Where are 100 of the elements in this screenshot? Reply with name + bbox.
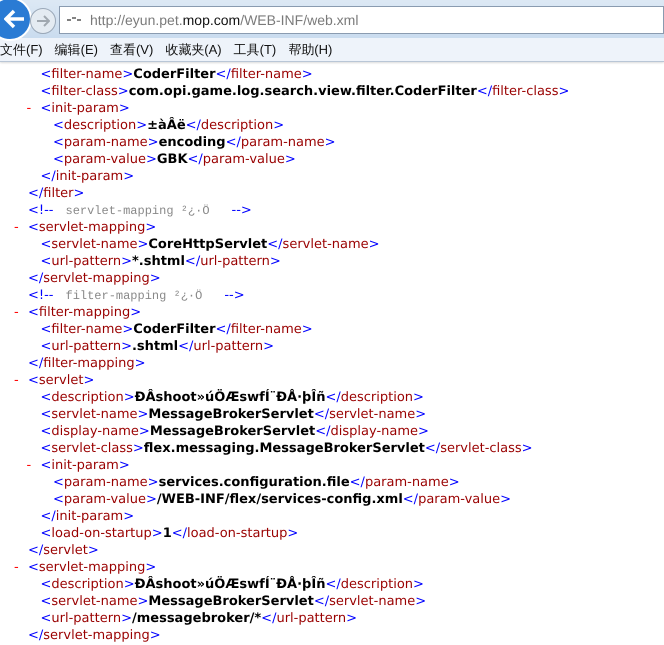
- tag-bracket: >: [263, 338, 274, 356]
- tag-bracket: </: [261, 610, 276, 628]
- collapse-toggle[interactable]: -: [14, 302, 19, 322]
- tag-name: servlet-name: [51, 406, 138, 424]
- menu-item[interactable]: 查看(V): [110, 40, 154, 60]
- collapse-toggle[interactable]: -: [26, 98, 32, 118]
- tag-bracket: <: [53, 474, 64, 492]
- tag-name: filter-name: [230, 320, 302, 339]
- collapse-toggle[interactable]: -: [14, 218, 19, 238]
- tag-bracket: </: [424, 440, 440, 458]
- tag-bracket: <: [28, 218, 39, 237]
- tag-bracket: >: [124, 576, 135, 594]
- address-bar[interactable]: http://eyun.pet.mop.com/WEB-INF/web.xml: [59, 6, 664, 34]
- tag-bracket: <: [53, 150, 64, 169]
- element-value: *.shtml: [132, 252, 185, 271]
- menu-item[interactable]: 工具(T): [234, 40, 276, 60]
- collapse-toggle[interactable]: -: [26, 456, 32, 476]
- comment-text: servlet-mapping ²¿·Ö: [66, 202, 210, 220]
- element-value: 1: [162, 524, 172, 543]
- element-value: ±àÂë: [147, 116, 186, 135]
- tag-name: filter-mapping: [43, 354, 135, 373]
- tag-name: servlet-name: [282, 236, 369, 254]
- comment-start: <!--: [28, 202, 54, 220]
- collapse-toggle[interactable]: -: [14, 370, 19, 390]
- element-value: encoding: [158, 134, 226, 152]
- tag-name: init-param: [56, 508, 124, 526]
- element-value: MessageBrokerServlet: [148, 406, 314, 424]
- tag-bracket: >: [415, 592, 426, 611]
- element-value: flex.messaging.MessageBrokerServlet: [144, 440, 425, 458]
- element-value: /messagebroker/*: [132, 610, 262, 628]
- tag-bracket: </: [325, 576, 341, 594]
- tag-bracket: <: [28, 304, 39, 322]
- tag-bracket: </: [402, 490, 418, 509]
- tag-bracket: >: [302, 320, 313, 339]
- tag-bracket: >: [124, 390, 135, 407]
- tag-name: param-name: [240, 134, 325, 152]
- tag-name: param-value: [64, 150, 146, 169]
- element-value: .shtml: [132, 338, 178, 356]
- tag-name: filter: [43, 184, 74, 203]
- tag-name: url-pattern: [200, 252, 270, 271]
- tag-bracket: >: [413, 576, 424, 594]
- tag-bracket: </: [28, 270, 44, 288]
- tag-name: servlet: [38, 372, 84, 390]
- collapse-toggle[interactable]: -: [14, 558, 19, 578]
- tag-bracket: >: [302, 66, 313, 84]
- tag-bracket: <: [53, 490, 64, 509]
- tag-name: servlet-class: [440, 440, 522, 458]
- tag-bracket: >: [145, 558, 156, 576]
- tag-name: servlet-mapping: [43, 270, 150, 288]
- tag-bracket: <: [40, 236, 52, 254]
- tag-name: filter-name: [51, 66, 122, 84]
- tag-name: param-name: [364, 474, 449, 492]
- tag-name: param-value: [64, 490, 146, 509]
- element-value: ÐÂshoot»úÖÆswfÍ¨ÐÅ·þÎñ: [134, 574, 326, 594]
- menu-item[interactable]: 文件(F): [0, 40, 43, 60]
- tag-bracket: </: [184, 252, 200, 271]
- tag-name: url-pattern: [276, 610, 346, 628]
- tag-bracket: >: [122, 320, 134, 339]
- tag-bracket: </: [28, 542, 44, 560]
- tag-bracket: >: [134, 354, 146, 373]
- tag-bracket: >: [148, 134, 159, 152]
- tag-bracket: >: [74, 184, 84, 203]
- tag-bracket: <: [53, 116, 64, 135]
- tag-bracket: </: [314, 406, 330, 424]
- menu-item[interactable]: 收藏夹(A): [165, 40, 222, 60]
- tag-bracket: <: [40, 388, 52, 407]
- tag-bracket: >: [137, 406, 148, 424]
- tag-bracket: >: [136, 116, 148, 135]
- tag-name: param-value: [202, 150, 285, 169]
- tag-bracket: >: [83, 372, 94, 390]
- tag-bracket: <: [40, 406, 52, 424]
- tag-name: filter-name: [230, 66, 302, 84]
- forward-arrow-icon: [36, 15, 50, 27]
- tag-bracket: <: [40, 320, 52, 339]
- tag-bracket: <: [40, 592, 52, 611]
- tag-name: param-name: [64, 134, 148, 152]
- tag-bracket: >: [270, 252, 281, 271]
- tag-name: url-pattern: [51, 252, 122, 271]
- tag-name: description: [51, 576, 124, 594]
- element-value: ÐÂshoot»úÖÆswfÍ¨ÐÅ·þÎñ: [134, 388, 326, 407]
- tag-bracket: >: [146, 490, 157, 509]
- tag-bracket: >: [368, 236, 380, 254]
- menu-item[interactable]: 编辑(E): [54, 40, 98, 60]
- tag-bracket: <: [40, 440, 52, 458]
- tag-bracket: </: [350, 474, 365, 492]
- tag-bracket: </: [40, 168, 56, 186]
- tag-bracket: </: [325, 388, 341, 407]
- tag-name: param-name: [64, 474, 148, 492]
- menu-item[interactable]: 帮助(H): [288, 40, 332, 60]
- element-value: com.opi.game.log.search.view.filter.CoderFilter: [128, 82, 477, 101]
- tag-name: servlet-mapping: [43, 626, 150, 645]
- tag-bracket: >: [413, 388, 424, 407]
- tag-bracket: >: [121, 610, 132, 628]
- tag-bracket: </: [314, 592, 330, 611]
- tag-bracket: <: [40, 252, 52, 271]
- tag-bracket: >: [324, 134, 336, 152]
- tag-name: servlet-mapping: [38, 558, 146, 576]
- tag-name: filter-mapping: [38, 304, 130, 322]
- tag-bracket: >: [123, 168, 134, 186]
- tag-name: description: [51, 388, 124, 407]
